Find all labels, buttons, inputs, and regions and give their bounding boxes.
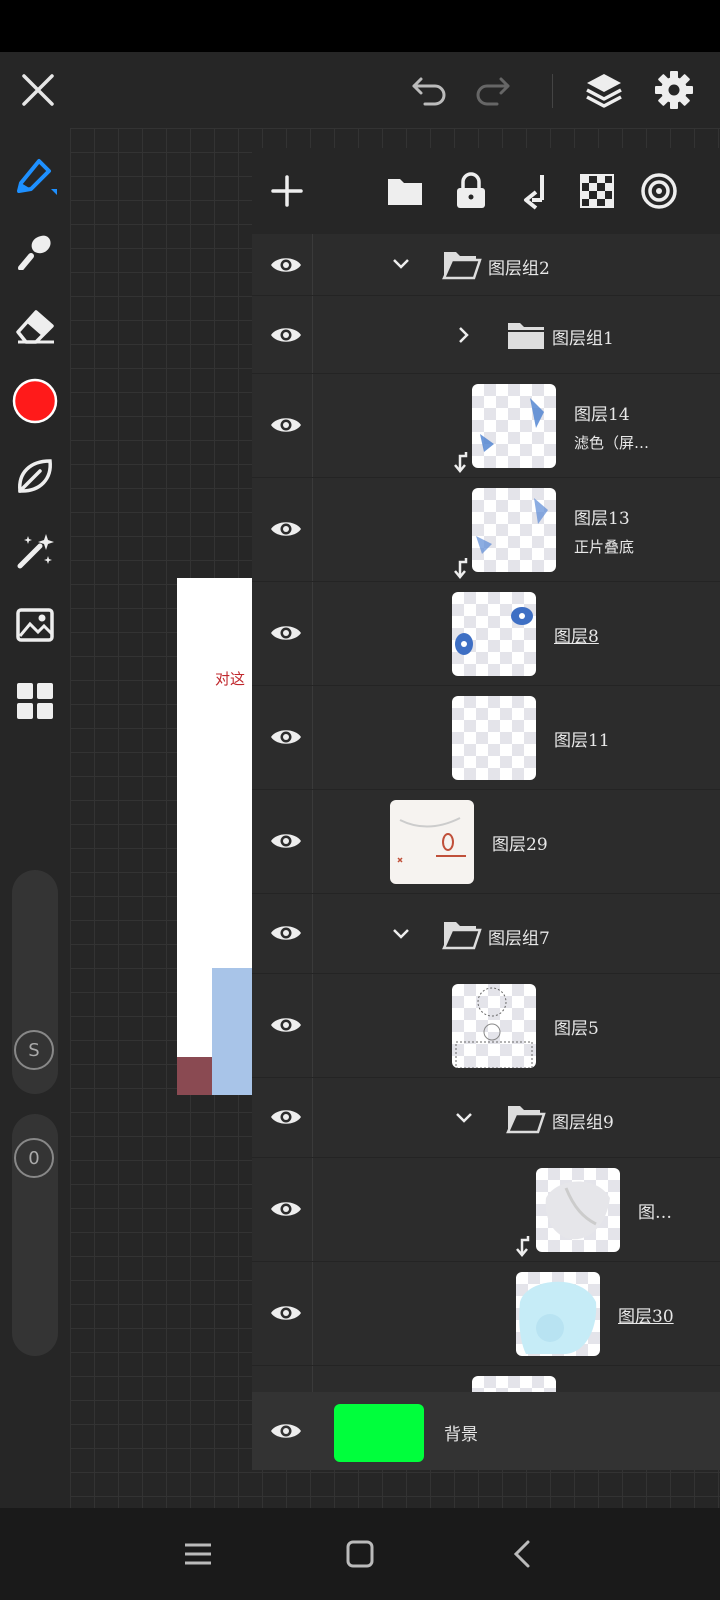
background-color-swatch[interactable] [334, 1404, 424, 1462]
color-swatch[interactable] [10, 376, 60, 426]
status-bar [0, 0, 720, 52]
layer-name: 图层11 [554, 731, 610, 751]
eye-icon[interactable] [264, 618, 308, 648]
merge-down-icon[interactable] [512, 168, 558, 214]
layers-panel: 图层组2 图层组1 图层14 滤色（屏… 图层13 正片叠底 图层8 图层11 [252, 148, 720, 1470]
layer-thumbnail [452, 696, 536, 780]
background-layer-name: 背景 [444, 1425, 478, 1445]
eye-icon[interactable] [264, 722, 308, 752]
top-bar [0, 52, 720, 128]
layer-row[interactable]: 图层组7 [252, 894, 720, 974]
layer-name: 图层30 [618, 1307, 674, 1327]
layer-row[interactable]: 图… [252, 1158, 720, 1262]
blend-mode: 正片叠底 [574, 538, 635, 556]
layer-name: 图… [638, 1203, 672, 1223]
layer-thumbnail [452, 984, 536, 1068]
add-icon[interactable] [264, 168, 310, 214]
layer-name: 图层组9 [552, 1113, 614, 1133]
folder-icon [508, 323, 544, 349]
opacity-label: 0 [28, 1147, 40, 1169]
eye-icon[interactable] [264, 250, 308, 280]
brush-icon[interactable] [10, 150, 60, 200]
image-icon[interactable] [10, 600, 60, 650]
home-icon[interactable] [340, 1534, 380, 1574]
eye-icon[interactable] [264, 1102, 308, 1132]
chevron-down-icon[interactable] [389, 922, 413, 946]
layer-row[interactable]: 图层30 [252, 1262, 720, 1366]
target-icon[interactable] [636, 168, 682, 214]
chevron-down-icon[interactable] [452, 1106, 476, 1130]
layer-thumbnail [472, 384, 556, 468]
layer-thumbnail [472, 488, 556, 572]
toolbar-divider [552, 74, 553, 108]
brush-size-knob[interactable]: S [14, 1030, 54, 1070]
canvas-text: 对这 [215, 670, 246, 688]
layer-name: 图层组7 [488, 929, 550, 949]
lock-icon[interactable] [448, 168, 494, 214]
brush-size-label: S [28, 1039, 40, 1061]
layer-thumbnail [516, 1272, 600, 1356]
eye-icon[interactable] [264, 918, 308, 948]
layer-name: 图层13 [574, 509, 630, 529]
layer-row[interactable]: 图层13 正片叠底 [252, 478, 720, 582]
grid-icon[interactable] [10, 676, 60, 726]
layer-name: 图层8 [554, 627, 599, 647]
background-layer-row[interactable]: 背景 [252, 1392, 720, 1470]
chevron-down-icon[interactable] [389, 252, 413, 276]
gear-icon[interactable] [652, 68, 696, 112]
left-toolbar: S 0 [0, 128, 70, 1508]
eye-icon[interactable] [264, 1298, 308, 1328]
layer-name: 图层组2 [488, 259, 550, 279]
folder-icon[interactable] [382, 168, 428, 214]
eye-icon[interactable] [264, 514, 308, 544]
layer-name: 图层14 [574, 405, 630, 425]
chevron-right-icon[interactable] [452, 323, 476, 347]
layer-row[interactable]: 图层11 [252, 686, 720, 790]
magic-wand-icon[interactable] [10, 526, 60, 576]
layer-row[interactable]: 图层组9 [252, 1078, 720, 1158]
layer-row[interactable]: 图层5 [252, 974, 720, 1078]
layer-name: 图层组1 [552, 329, 614, 349]
layer-row[interactable]: 图层29 [252, 790, 720, 894]
close-icon[interactable] [18, 70, 58, 110]
eye-icon[interactable] [264, 826, 308, 856]
transparency-icon[interactable] [574, 168, 620, 214]
layer-row[interactable]: 图层8 [252, 582, 720, 686]
layer-row[interactable]: 图层组1 [252, 296, 720, 374]
clipping-arrow-icon [454, 558, 468, 579]
artwork-blue-region [212, 968, 252, 1095]
recents-icon[interactable] [178, 1534, 218, 1574]
undo-icon[interactable] [410, 70, 450, 110]
eye-icon[interactable] [264, 320, 308, 350]
system-nav-bar [0, 1508, 720, 1600]
leaf-icon[interactable] [10, 451, 60, 501]
layer-row[interactable]: 图层组2 [252, 234, 720, 296]
layer-thumbnail [536, 1168, 620, 1252]
clipping-arrow-icon [454, 452, 468, 473]
layers-icon[interactable] [582, 68, 626, 112]
eye-icon[interactable] [264, 1194, 308, 1224]
layer-row[interactable]: 图层14 滤色（屏… [252, 374, 720, 478]
eraser-icon[interactable] [10, 300, 60, 350]
eye-icon[interactable] [264, 410, 308, 440]
clipping-arrow-icon [516, 1236, 530, 1257]
back-icon[interactable] [502, 1534, 542, 1574]
smudge-icon[interactable] [10, 225, 60, 275]
blend-mode: 滤色（屏… [574, 434, 650, 452]
layer-thumbnail [452, 592, 536, 676]
layer-name: 图层29 [492, 835, 548, 855]
folder-open-icon [442, 922, 482, 950]
artwork-brown-region [177, 1057, 212, 1095]
layer-name: 图层5 [554, 1019, 599, 1039]
folder-open-icon [442, 252, 482, 280]
layer-thumbnail [390, 800, 474, 884]
layers-toolbar [252, 148, 720, 234]
eye-icon[interactable] [264, 1416, 308, 1446]
opacity-knob[interactable]: 0 [14, 1138, 54, 1178]
redo-icon[interactable] [472, 70, 512, 110]
eye-icon[interactable] [264, 1010, 308, 1040]
folder-open-icon [506, 1106, 546, 1134]
